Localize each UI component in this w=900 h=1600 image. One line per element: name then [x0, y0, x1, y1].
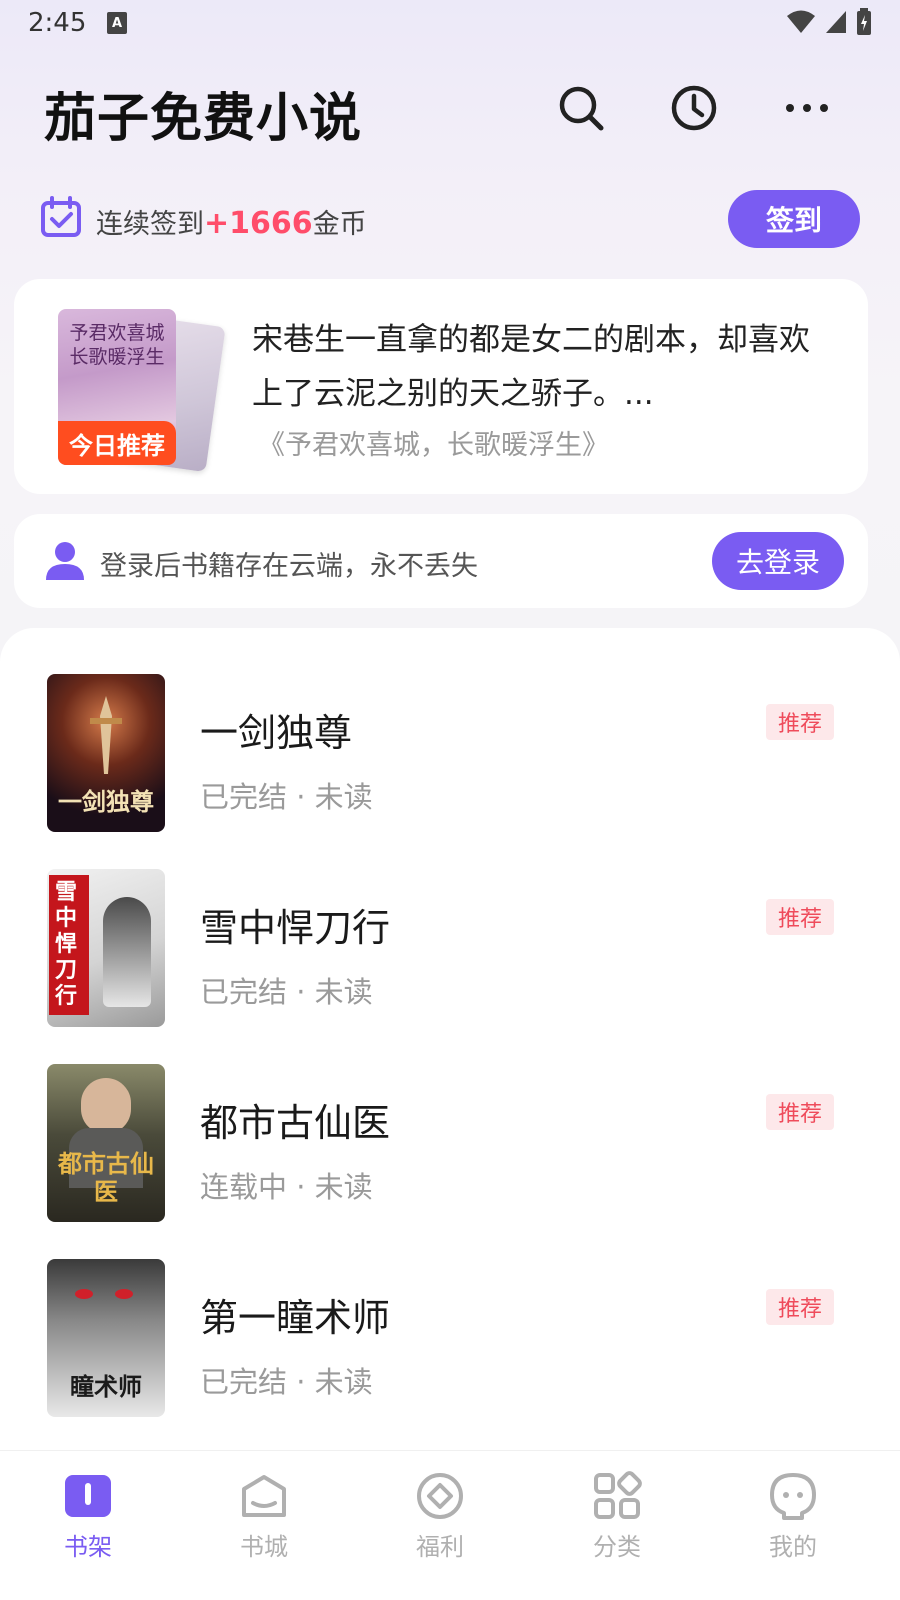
book-cover: 雪中悍刀行 [47, 869, 165, 1027]
recommendation-source: 《予君欢喜城，长歌暖浮生》 [258, 430, 609, 461]
cover-figure [103, 897, 151, 1007]
clock-icon [671, 85, 717, 131]
checkin-button[interactable]: 签到 [728, 190, 860, 248]
bookshelf-icon [65, 1475, 111, 1517]
sword-emblem-icon [90, 696, 122, 774]
app-title: 茄子免费小说 [44, 89, 363, 149]
book-title: 雪中悍刀行 [200, 906, 391, 950]
book-cover-title: 都市古仙医 [58, 1149, 154, 1206]
book-status: 已完结 · 未读 [200, 1365, 373, 1399]
cover-eyes [75, 1289, 139, 1303]
user-avatar-icon [46, 542, 84, 580]
recommend-tag: 推荐 [766, 899, 834, 935]
bookstore-icon [242, 1475, 286, 1517]
recommendation-description: 宋巷生一直拿的都是女二的剧本，却喜欢上了云泥之别的天之骄子。... [252, 322, 810, 412]
book-cover: 瞳术师 [47, 1259, 165, 1417]
recommendation-card[interactable]: 予君欢喜城 长歌暖浮生 今日推荐 宋巷生一直拿的都是女二的剧本，却喜欢上了云泥之… [14, 279, 868, 494]
recommend-tag: 推荐 [766, 704, 834, 740]
login-card: 登录后书籍存在云端，永不丢失 去登录 [14, 514, 868, 608]
nav-label: 我的 [769, 1533, 817, 1561]
book-cover: 一剑独尊 [47, 674, 165, 832]
book-row[interactable]: 都市古仙医 都市古仙医 连载中 · 未读 推荐 [0, 1064, 900, 1224]
nav-welfare[interactable]: 福利 [385, 1471, 495, 1581]
book-title: 一剑独尊 [200, 711, 353, 755]
nav-category[interactable]: 分类 [562, 1471, 672, 1581]
battery-icon [857, 8, 871, 35]
checkin-coins: +1666 [204, 206, 313, 241]
checkin-text: 连续签到+1666金币 [96, 202, 367, 241]
book-cover-title: 瞳术师 [70, 1372, 142, 1401]
wifi-icon [787, 10, 815, 33]
notification-a-icon: A [107, 12, 127, 34]
book-row[interactable]: 瞳术师 第一瞳术师 已完结 · 未读 推荐 [0, 1259, 900, 1419]
checkin-row: 连续签到+1666金币 签到 [40, 190, 860, 250]
search-button[interactable] [553, 80, 609, 136]
book-status: 已完结 · 未读 [200, 975, 373, 1009]
login-prompt: 登录后书籍存在云端，永不丢失 [100, 551, 478, 582]
nav-label: 书城 [240, 1533, 288, 1561]
checkin-suffix: 金币 [312, 209, 367, 240]
book-title: 第一瞳术师 [200, 1296, 391, 1340]
book-row[interactable]: 一剑独尊 一剑独尊 已完结 · 未读 推荐 [0, 674, 900, 834]
book-title: 都市古仙医 [200, 1101, 391, 1145]
recommendation-cover: 予君欢喜城 长歌暖浮生 今日推荐 [58, 309, 176, 465]
nav-profile[interactable]: 我的 [738, 1471, 848, 1581]
status-time: 2:45 [28, 8, 87, 38]
nav-label: 书架 [64, 1533, 112, 1561]
book-cover-title: 雪中悍刀行 [55, 879, 78, 1009]
bottom-nav: 书架 书城 福利 分类 我的 [0, 1450, 900, 1600]
nav-bookstore[interactable]: 书城 [209, 1471, 319, 1581]
profile-icon [770, 1473, 816, 1520]
book-status: 连载中 · 未读 [200, 1170, 373, 1204]
nav-label: 福利 [416, 1533, 464, 1561]
book-cover: 都市古仙医 [47, 1064, 165, 1222]
login-button[interactable]: 去登录 [712, 532, 844, 590]
recommend-tag: 推荐 [766, 1289, 834, 1325]
status-bar: 2:45 A [0, 0, 900, 48]
more-button[interactable] [779, 80, 835, 136]
today-recommend-badge: 今日推荐 [58, 421, 176, 465]
book-status: 已完结 · 未读 [200, 780, 373, 814]
cell-signal-icon [826, 11, 846, 33]
status-indicators [786, 8, 872, 36]
nav-bookshelf[interactable]: 书架 [33, 1471, 143, 1581]
nav-label: 分类 [593, 1533, 641, 1561]
recommend-tag: 推荐 [766, 1094, 834, 1130]
search-icon [559, 86, 604, 131]
calendar-check-icon [41, 196, 81, 237]
book-cover-title: 一剑独尊 [58, 787, 154, 816]
cover-figure-head [81, 1078, 131, 1134]
book-row[interactable]: 雪中悍刀行 雪中悍刀行 已完结 · 未读 推荐 [0, 869, 900, 1029]
bookshelf-list: 一剑独尊 一剑独尊 已完结 · 未读 推荐 雪中悍刀行 雪中悍刀行 已完结 · … [0, 628, 900, 1468]
history-button[interactable] [666, 80, 722, 136]
checkin-prefix: 连续签到 [96, 209, 204, 240]
recommendation-cover-title: 予君欢喜城 长歌暖浮生 [69, 322, 165, 368]
more-dots-icon [786, 104, 828, 112]
category-icon [594, 1471, 642, 1519]
welfare-icon [417, 1473, 463, 1519]
